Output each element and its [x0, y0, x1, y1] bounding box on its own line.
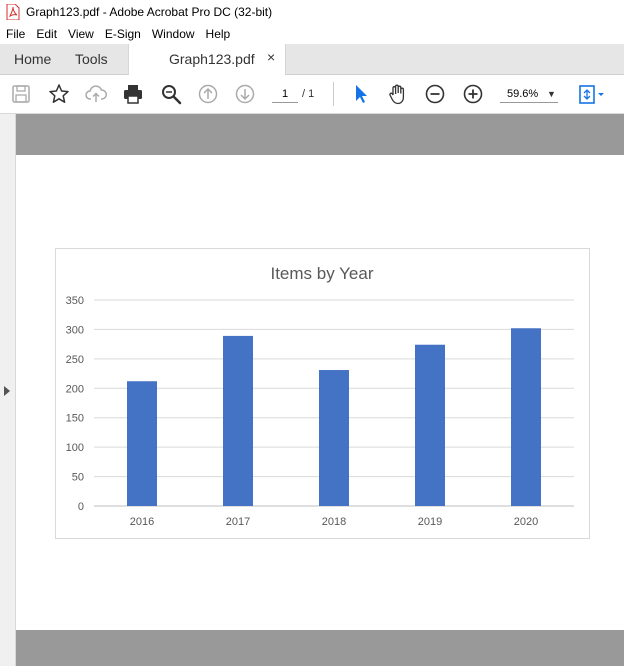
menu-edit[interactable]: Edit: [30, 27, 62, 41]
y-tick-label: 50: [72, 472, 84, 484]
title-bar: Graph123.pdf - Adobe Acrobat Pro DC (32-…: [0, 0, 624, 24]
close-tab-icon[interactable]: ×: [267, 49, 275, 65]
upload-cloud-icon[interactable]: [85, 83, 107, 105]
y-tick-label: 200: [66, 383, 84, 395]
y-tick-label: 350: [66, 295, 84, 307]
bar-chart: Items by Year 0 50 100 150 200 250 300 350 2016 2…: [66, 264, 574, 528]
toolbar-divider: [333, 82, 334, 106]
zoom-in-icon[interactable]: [462, 83, 484, 105]
save-icon[interactable]: [10, 83, 32, 105]
page-total: / 1: [302, 88, 315, 100]
tab-document[interactable]: Graph123.pdf ×: [128, 44, 286, 75]
zoom-value: 59.6%: [507, 88, 539, 100]
print-icon[interactable]: [122, 83, 144, 105]
document-tab-label: Graph123.pdf: [169, 51, 255, 67]
page-down-icon[interactable]: [234, 83, 256, 105]
chart-title: Items by Year: [270, 264, 373, 283]
x-tick-label: 2017: [226, 516, 250, 528]
document-background-bottom: [16, 630, 624, 666]
bar-2018: [319, 370, 349, 506]
menu-view[interactable]: View: [62, 27, 99, 41]
hand-tool-icon[interactable]: [387, 83, 409, 105]
expand-arrow-icon: [4, 386, 10, 396]
document-background-top: [16, 114, 624, 155]
y-tick-label: 300: [66, 324, 84, 336]
tab-tools[interactable]: Tools: [75, 51, 108, 67]
x-tick-label: 2016: [130, 516, 154, 528]
y-tick-label: 250: [66, 354, 84, 366]
page-up-icon[interactable]: [197, 83, 219, 105]
chart-frame: Items by Year 0 50 100 150 200 250 300 350 2016 2…: [55, 248, 590, 539]
bar-2016: [127, 381, 157, 506]
menu-bar: File Edit View E-Sign Window Help: [0, 24, 624, 44]
tab-bar: Home Tools Graph123.pdf ×: [0, 44, 624, 75]
y-tick-label: 100: [66, 442, 84, 454]
bar-2017: [223, 335, 253, 506]
zoom-select[interactable]: 59.6% ▼: [500, 86, 558, 103]
page-fit-icon[interactable]: [577, 83, 607, 105]
menu-help[interactable]: Help: [200, 27, 236, 41]
find-magnifier-icon[interactable]: [160, 83, 182, 105]
bar-2020: [511, 328, 541, 506]
acrobat-pdf-icon: [6, 4, 20, 20]
left-panel-toggle[interactable]: [0, 114, 16, 666]
page-number-input[interactable]: 1: [272, 86, 298, 103]
window-title: Graph123.pdf - Adobe Acrobat Pro DC (32-…: [26, 5, 273, 19]
x-tick-label: 2020: [514, 516, 538, 528]
chevron-down-icon: ▼: [547, 89, 556, 99]
x-tick-label: 2019: [418, 516, 442, 528]
menu-file[interactable]: File: [0, 27, 30, 41]
bookmark-star-icon[interactable]: [48, 83, 70, 105]
menu-window[interactable]: Window: [146, 27, 200, 41]
bar-2019: [415, 344, 445, 506]
y-tick-label: 0: [78, 501, 84, 513]
menu-esign[interactable]: E-Sign: [99, 27, 146, 41]
x-tick-label: 2018: [322, 516, 346, 528]
y-tick-label: 150: [66, 413, 84, 425]
select-arrow-icon[interactable]: [350, 83, 372, 105]
zoom-out-icon[interactable]: [424, 83, 446, 105]
tab-home[interactable]: Home: [14, 51, 51, 67]
